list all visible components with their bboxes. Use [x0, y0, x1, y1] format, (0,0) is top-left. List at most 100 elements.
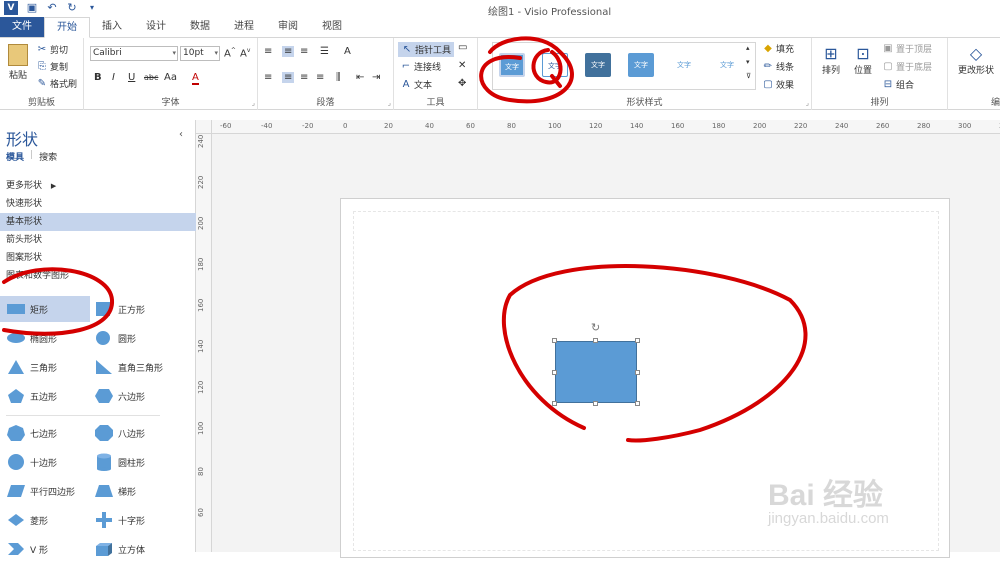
align-middle-icon[interactable]: ≡	[282, 46, 295, 57]
paste-button[interactable]: 粘贴	[6, 44, 30, 81]
tab-design[interactable]: 设计	[134, 17, 178, 37]
text-tool-button[interactable]: A 文本	[400, 78, 432, 92]
effects-button[interactable]: ▢ 效果	[762, 78, 794, 92]
resize-handle[interactable]	[593, 338, 598, 343]
gallery-down-icon[interactable]: ▾	[746, 58, 750, 66]
dialog-launcher-icon[interactable]: ⌟	[806, 99, 809, 107]
fill-button[interactable]: ◆ 填充	[762, 42, 794, 56]
shape-parallelogram[interactable]: 平行四边形	[0, 478, 90, 504]
tab-process[interactable]: 进程	[222, 17, 266, 37]
style-swatch[interactable]: 文字	[585, 53, 611, 77]
grow-font-button[interactable]: A^	[224, 47, 236, 59]
tab-data[interactable]: 数据	[178, 17, 222, 37]
shape-rectangle[interactable]: 矩形	[0, 296, 90, 322]
resize-handle[interactable]	[635, 401, 640, 406]
font-name-select[interactable]: Calibri ▾	[90, 46, 178, 61]
resize-handle[interactable]	[552, 401, 557, 406]
gallery-up-icon[interactable]: ▴	[746, 44, 750, 52]
cut-button[interactable]: ✂ 剪切	[36, 43, 68, 57]
resize-handle[interactable]	[635, 370, 640, 375]
format-painter-button[interactable]: ✎ 格式刷	[36, 77, 77, 91]
bold-button[interactable]: B	[94, 72, 102, 83]
stencil-graph-math-shapes[interactable]: 图表和数学图形	[0, 267, 196, 285]
font-size-select[interactable]: 10pt ▾	[180, 46, 220, 61]
stencil-arrow-shapes[interactable]: 箭头形状	[0, 231, 196, 249]
bullets-icon[interactable]: ☰	[320, 46, 329, 57]
selected-rectangle-shape[interactable]	[555, 341, 637, 403]
position-button[interactable]: ⊡ 位置	[848, 44, 878, 76]
tab-insert[interactable]: 插入	[90, 17, 134, 37]
decrease-indent-icon[interactable]: ⇤	[356, 72, 364, 83]
stencil-more-shapes[interactable]: 更多形状 ▶	[0, 177, 196, 195]
style-swatch[interactable]: 文字	[542, 53, 568, 77]
align-left-icon[interactable]: ≡	[264, 72, 272, 83]
shape-chevron[interactable]: V 形	[0, 536, 90, 562]
tab-stencils[interactable]: 模具	[6, 150, 24, 163]
customize-qat-icon[interactable]: ▾	[86, 2, 98, 14]
shape-square[interactable]: 正方形	[88, 296, 178, 322]
stencil-basic-shapes[interactable]: 基本形状	[0, 213, 196, 231]
align-right-icon[interactable]: ≡	[300, 72, 308, 83]
move-icon[interactable]: ✥	[458, 78, 466, 89]
pointer-tool-button[interactable]: ↖ 指针工具	[398, 42, 455, 57]
style-swatch[interactable]: 文字	[714, 53, 740, 77]
copy-button[interactable]: ⎘ 复制	[36, 60, 68, 74]
justify-icon[interactable]: ≡	[316, 72, 324, 83]
send-back-button[interactable]: ▢ 置于底层	[882, 60, 932, 74]
stencil-decorative-shapes[interactable]: 图案形状	[0, 249, 196, 267]
arrange-button[interactable]: ⊞ 排列	[816, 44, 846, 76]
increase-indent-icon[interactable]: ⇥	[372, 72, 380, 83]
style-swatch[interactable]: 文字	[628, 53, 654, 77]
resize-handle[interactable]	[593, 401, 598, 406]
shape-circle[interactable]: 圆形	[88, 325, 178, 351]
shape-cylinder[interactable]: 圆柱形	[88, 449, 178, 475]
rectangle-tool-icon[interactable]: ▭	[458, 42, 467, 53]
shape-decagon[interactable]: 十边形	[0, 449, 90, 475]
shape-right-triangle[interactable]: 直角三角形	[88, 354, 178, 380]
close-icon[interactable]: ✕	[458, 60, 466, 71]
italic-button[interactable]: I	[112, 72, 115, 83]
distribute-icon[interactable]: ⫼	[336, 72, 341, 83]
change-case-button[interactable]: Aa	[164, 72, 177, 83]
strikethrough-button[interactable]: abc	[144, 73, 158, 82]
style-swatch[interactable]: 文字	[499, 53, 525, 77]
align-top-icon[interactable]: ≡	[264, 46, 272, 57]
change-shape-button[interactable]: ◇ 更改形状	[952, 44, 1000, 76]
gallery-more-icon[interactable]: ⊽	[746, 72, 751, 80]
collapse-panel-icon[interactable]: ‹	[179, 129, 183, 140]
shape-triangle[interactable]: 三角形	[0, 354, 90, 380]
resize-handle[interactable]	[635, 338, 640, 343]
align-bottom-icon[interactable]: ≡	[300, 46, 308, 57]
stencil-quick-shapes[interactable]: 快速形状	[0, 195, 196, 213]
line-button[interactable]: ✏ 线条	[762, 60, 794, 74]
resize-handle[interactable]	[552, 338, 557, 343]
text-direction-icon[interactable]: A	[344, 46, 351, 57]
tab-view[interactable]: 视图	[310, 17, 354, 37]
tab-home[interactable]: 开始	[44, 17, 90, 38]
tab-review[interactable]: 审阅	[266, 17, 310, 37]
redo-icon[interactable]: ↻	[66, 2, 78, 14]
align-center-icon[interactable]: ≡	[282, 72, 295, 83]
connector-button[interactable]: ⌐ 连接线	[400, 60, 441, 74]
underline-button[interactable]: U	[128, 72, 135, 83]
style-swatch[interactable]: 文字	[671, 53, 697, 77]
shrink-font-button[interactable]: Av	[240, 47, 250, 59]
font-color-button[interactable]: A	[192, 72, 199, 85]
shape-cube[interactable]: 立方体	[88, 536, 178, 562]
resize-handle[interactable]	[552, 370, 557, 375]
tab-search[interactable]: 搜索	[39, 150, 57, 163]
tab-file[interactable]: 文件	[0, 17, 44, 37]
group-button[interactable]: ⊟ 组合	[882, 78, 914, 92]
shape-trapezoid[interactable]: 梯形	[88, 478, 178, 504]
shape-heptagon[interactable]: 七边形	[0, 420, 90, 446]
save-icon[interactable]: ▣	[26, 2, 38, 14]
undo-icon[interactable]: ↶	[46, 2, 58, 14]
shape-diamond[interactable]: 菱形	[0, 507, 90, 533]
shape-octagon[interactable]: 八边形	[88, 420, 178, 446]
dialog-launcher-icon[interactable]: ⌟	[252, 99, 255, 107]
rotate-handle-icon[interactable]: ↻	[591, 321, 600, 334]
shape-hexagon[interactable]: 六边形	[88, 383, 178, 409]
shape-ellipse[interactable]: 椭圆形	[0, 325, 90, 351]
shape-cross[interactable]: 十字形	[88, 507, 178, 533]
bring-front-button[interactable]: ▣ 置于顶层	[882, 42, 932, 56]
